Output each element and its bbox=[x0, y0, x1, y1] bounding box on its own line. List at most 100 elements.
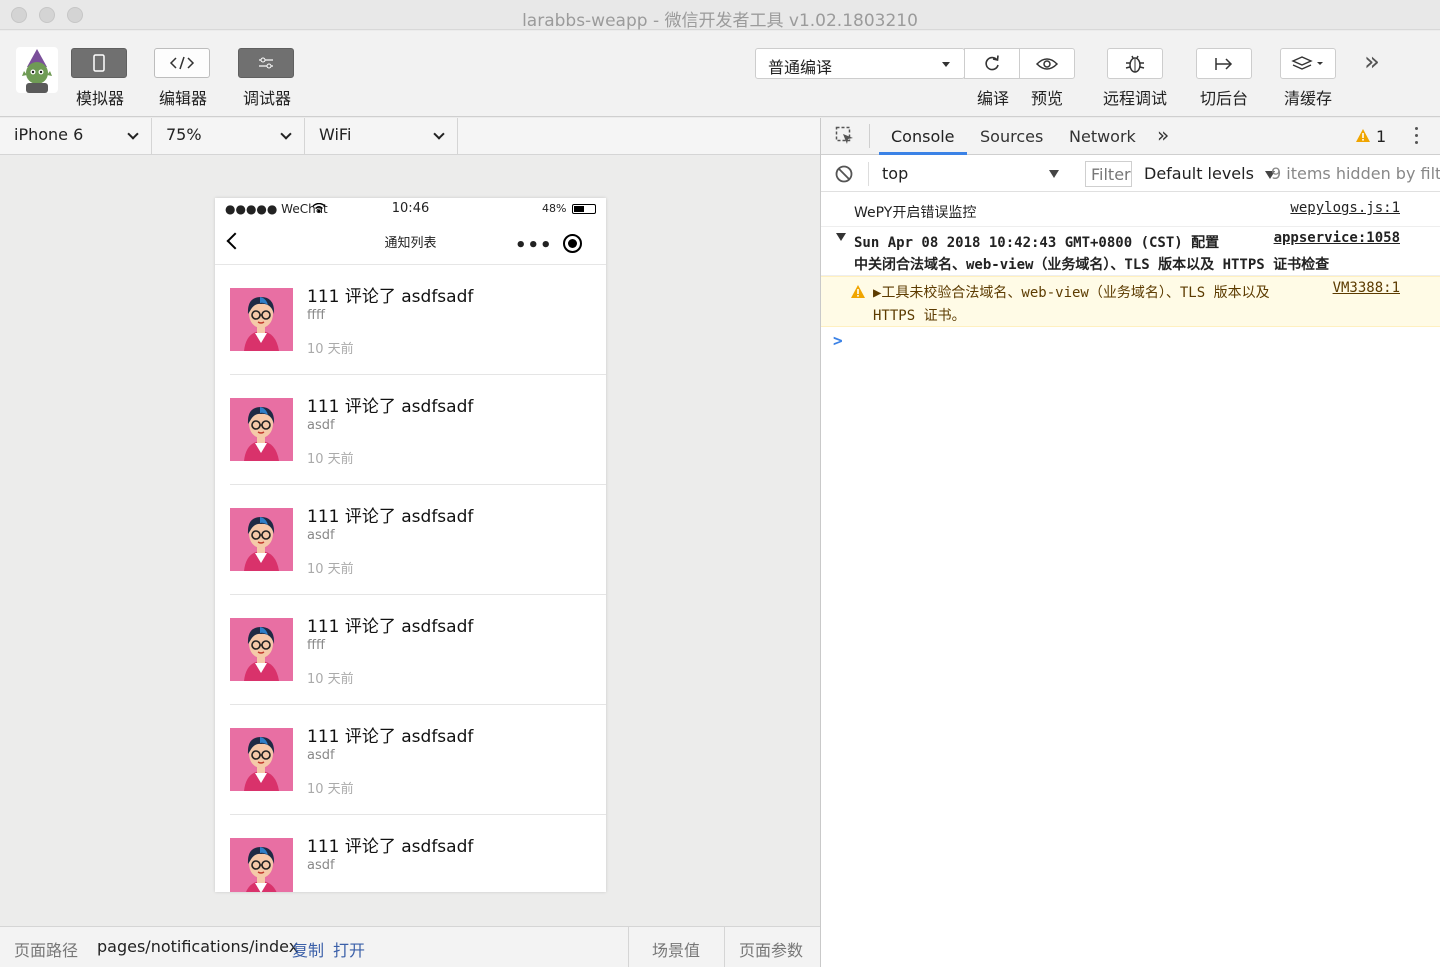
avatar[interactable] bbox=[230, 508, 293, 571]
more-tabs-icon[interactable]: » bbox=[1157, 123, 1169, 147]
more-options-icon[interactable]: ••• bbox=[515, 235, 553, 256]
simulator-toggle[interactable]: 模拟器 bbox=[71, 48, 129, 109]
notification-time: 10 天前 bbox=[307, 672, 354, 687]
simulator-button[interactable] bbox=[71, 48, 127, 78]
debugger-label: 调试器 bbox=[242, 89, 291, 108]
context-select[interactable]: top bbox=[873, 156, 1066, 192]
log-source-link[interactable]: appservice:1058 bbox=[1274, 230, 1400, 246]
avatar-illustration bbox=[230, 728, 293, 791]
warning-count[interactable]: 1 bbox=[1376, 127, 1386, 146]
divider bbox=[869, 124, 870, 148]
console-message-group[interactable]: Sun Apr 08 2018 10:42:43 GMT+0800 (CST) … bbox=[821, 227, 1440, 276]
list-item[interactable]: 111 评论了 asdfsadf ffff 10 天前 bbox=[230, 595, 606, 705]
notification-title: 111 评论了 asdfsadf bbox=[307, 507, 474, 527]
editor-label: 编辑器 bbox=[158, 89, 207, 108]
context-value: top bbox=[882, 164, 909, 183]
kebab-menu-icon[interactable] bbox=[1415, 127, 1419, 147]
list-item[interactable]: 111 评论了 asdfsadf ffff 10 天前 bbox=[230, 265, 606, 375]
devtools-panel: Console Sources Network » 1 top Filter D… bbox=[821, 118, 1440, 967]
log-source-link[interactable]: VM3388:1 bbox=[1333, 280, 1400, 296]
compile-mode-select[interactable]: 普通编译 bbox=[755, 48, 965, 79]
scene-value-button[interactable]: 场景值 bbox=[652, 937, 700, 961]
notification-list: 111 评论了 asdfsadf ffff 10 天前 111 评论了 asdfsad… bbox=[215, 265, 606, 892]
avatar[interactable] bbox=[230, 618, 293, 681]
devtools-tab-bar: Console Sources Network » 1 bbox=[821, 118, 1440, 155]
phone-nav-bar: 通知列表 ••• bbox=[215, 220, 606, 265]
notification-body: asdf bbox=[307, 748, 335, 763]
debugger-button[interactable] bbox=[238, 48, 294, 78]
network-value: WiFi bbox=[319, 125, 352, 144]
page-params-button[interactable]: 页面参数 bbox=[739, 937, 803, 961]
zoom-value: 75% bbox=[166, 125, 202, 144]
network-select[interactable]: WiFi bbox=[305, 118, 458, 155]
list-item[interactable]: 111 评论了 asdfsadf asdf 10 天前 bbox=[230, 705, 606, 815]
divider bbox=[628, 927, 629, 967]
title-bar: larabbs-weapp - 微信开发者工具 v1.02.1803210 bbox=[0, 0, 1440, 31]
expand-triangle-icon[interactable] bbox=[836, 233, 846, 241]
preview-button[interactable] bbox=[1019, 48, 1075, 79]
remote-debug-label: 远程调试 bbox=[1102, 89, 1167, 108]
background-button[interactable] bbox=[1196, 48, 1252, 79]
avatar[interactable] bbox=[230, 288, 293, 351]
caret-down-icon bbox=[942, 62, 950, 67]
clear-console-icon[interactable] bbox=[835, 165, 853, 183]
console-toolbar: top Filter Default levels 9 items hidden… bbox=[821, 156, 1440, 192]
inspect-element-icon[interactable] bbox=[835, 126, 855, 146]
remote-debug-button[interactable] bbox=[1107, 48, 1163, 79]
device-select[interactable]: iPhone 6 bbox=[0, 118, 152, 155]
editor-toggle[interactable]: 编辑器 bbox=[154, 48, 212, 109]
list-item[interactable]: 111 评论了 asdfsadf asdf 10 天前 bbox=[230, 375, 606, 485]
console-input[interactable]: > bbox=[821, 330, 1440, 354]
avatar[interactable] bbox=[230, 398, 293, 461]
copy-path-link[interactable]: 复制 bbox=[292, 937, 324, 961]
list-item[interactable]: 111 评论了 asdfsadf asdf 10 天前 bbox=[230, 485, 606, 595]
bug-icon bbox=[1125, 55, 1145, 73]
log-text: Sun Apr 08 2018 10:42:43 GMT+0800 (CST) … bbox=[854, 235, 1220, 251]
window-title: larabbs-weapp - 微信开发者工具 v1.02.1803210 bbox=[522, 11, 918, 31]
device-value: iPhone 6 bbox=[14, 125, 84, 144]
chevron-down-icon bbox=[433, 128, 445, 140]
log-source-link[interactable]: wepylogs.js:1 bbox=[1290, 200, 1400, 216]
notification-title: 111 评论了 asdfsadf bbox=[307, 617, 474, 637]
battery-text: 48% bbox=[542, 202, 567, 215]
console-message: WePY开启错误监控 wepylogs.js:1 bbox=[821, 192, 1440, 227]
phone-screen: ●●●●● WeChat 10:46 48% 通知列表 ••• 111 评论了 … bbox=[215, 198, 606, 892]
compile-button[interactable] bbox=[964, 48, 1020, 79]
simulator-area: ●●●●● WeChat 10:46 48% 通知列表 ••• 111 评论了 … bbox=[0, 156, 820, 926]
bottom-bar: 页面路径 pages/notifications/index 复制 打开 场景值… bbox=[0, 926, 820, 967]
more-tools-icon[interactable]: » bbox=[1364, 47, 1380, 77]
layers-icon bbox=[1291, 55, 1323, 70]
log-levels-select[interactable]: Default levels bbox=[1144, 164, 1276, 183]
notification-body: asdf bbox=[307, 858, 335, 873]
clear-cache-button[interactable] bbox=[1280, 48, 1336, 79]
notification-time: 10 天前 bbox=[307, 782, 354, 797]
tab-sources[interactable]: Sources bbox=[980, 127, 1043, 146]
notification-body: ffff bbox=[307, 308, 325, 323]
tab-network[interactable]: Network bbox=[1069, 127, 1136, 146]
filter-placeholder: Filter bbox=[1091, 165, 1131, 184]
filter-input[interactable]: Filter bbox=[1085, 161, 1132, 187]
close-miniprogram-icon[interactable] bbox=[563, 234, 582, 253]
compile-mode-value: 普通编译 bbox=[768, 58, 833, 77]
avatar[interactable] bbox=[230, 838, 293, 892]
notification-time: 10 天前 bbox=[307, 452, 354, 467]
notification-title: 111 评论了 asdfsadf bbox=[307, 287, 474, 307]
project-avatar[interactable] bbox=[16, 47, 58, 93]
tab-console[interactable]: Console bbox=[891, 127, 955, 146]
hidden-items-note: 9 items hidden by filters bbox=[1271, 164, 1440, 183]
devtools-window: larabbs-weapp - 微信开发者工具 v1.02.1803210 模拟… bbox=[0, 0, 1440, 967]
avatar[interactable] bbox=[230, 728, 293, 791]
debugger-toggle[interactable]: 调试器 bbox=[238, 48, 296, 109]
avatar-illustration bbox=[230, 288, 293, 351]
active-tab-indicator bbox=[879, 152, 967, 155]
log-text: 中关闭合法域名、web-view（业务域名）、TLS 版本以及 HTTPS 证书… bbox=[854, 257, 1330, 273]
editor-button[interactable] bbox=[154, 48, 210, 78]
open-path-link[interactable]: 打开 bbox=[333, 937, 365, 961]
warning-icon bbox=[1356, 129, 1370, 142]
list-item[interactable]: 111 评论了 asdfsadf asdf bbox=[230, 815, 606, 892]
zoom-select[interactable]: 75% bbox=[152, 118, 305, 155]
goblin-wizard-icon bbox=[22, 49, 52, 93]
warning-icon bbox=[851, 285, 865, 298]
switch-out-icon bbox=[1215, 57, 1233, 70]
chevron-down-icon bbox=[280, 128, 292, 140]
